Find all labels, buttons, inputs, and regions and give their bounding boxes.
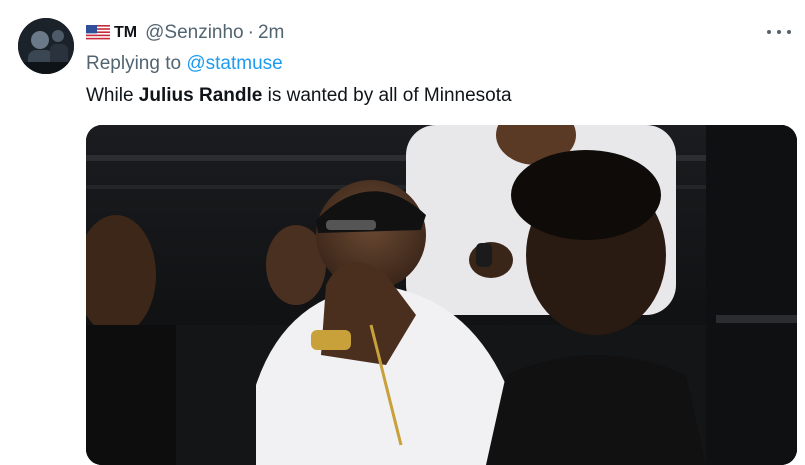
dot [767, 30, 771, 34]
timestamp[interactable]: 2m [258, 22, 284, 44]
dot [787, 30, 791, 34]
display-name[interactable]: TM [114, 24, 137, 42]
dot [777, 30, 781, 34]
us-flag-icon [86, 25, 110, 41]
avatar[interactable] [18, 18, 74, 74]
replying-mention[interactable]: @statmuse [186, 53, 282, 74]
tweet[interactable]: TM @Senzinho · 2m Replying to @statmuse … [0, 0, 805, 465]
tweet-header: TM @Senzinho · 2m [86, 22, 284, 44]
separator: · [247, 22, 254, 43]
tweet-media-gif[interactable] [86, 125, 797, 465]
replying-prefix: Replying to [86, 53, 182, 74]
text-before: While [86, 85, 139, 106]
more-options-icon[interactable] [767, 22, 791, 42]
user-handle[interactable]: @Senzinho [145, 22, 244, 44]
media-image [86, 125, 797, 465]
tweet-text: While Julius Randle is wanted by all of … [86, 85, 512, 107]
replying-to: Replying to @statmuse [86, 53, 283, 75]
text-bold-name[interactable]: Julius Randle [139, 85, 263, 106]
text-after: is wanted by all of Minnesota [262, 85, 512, 106]
